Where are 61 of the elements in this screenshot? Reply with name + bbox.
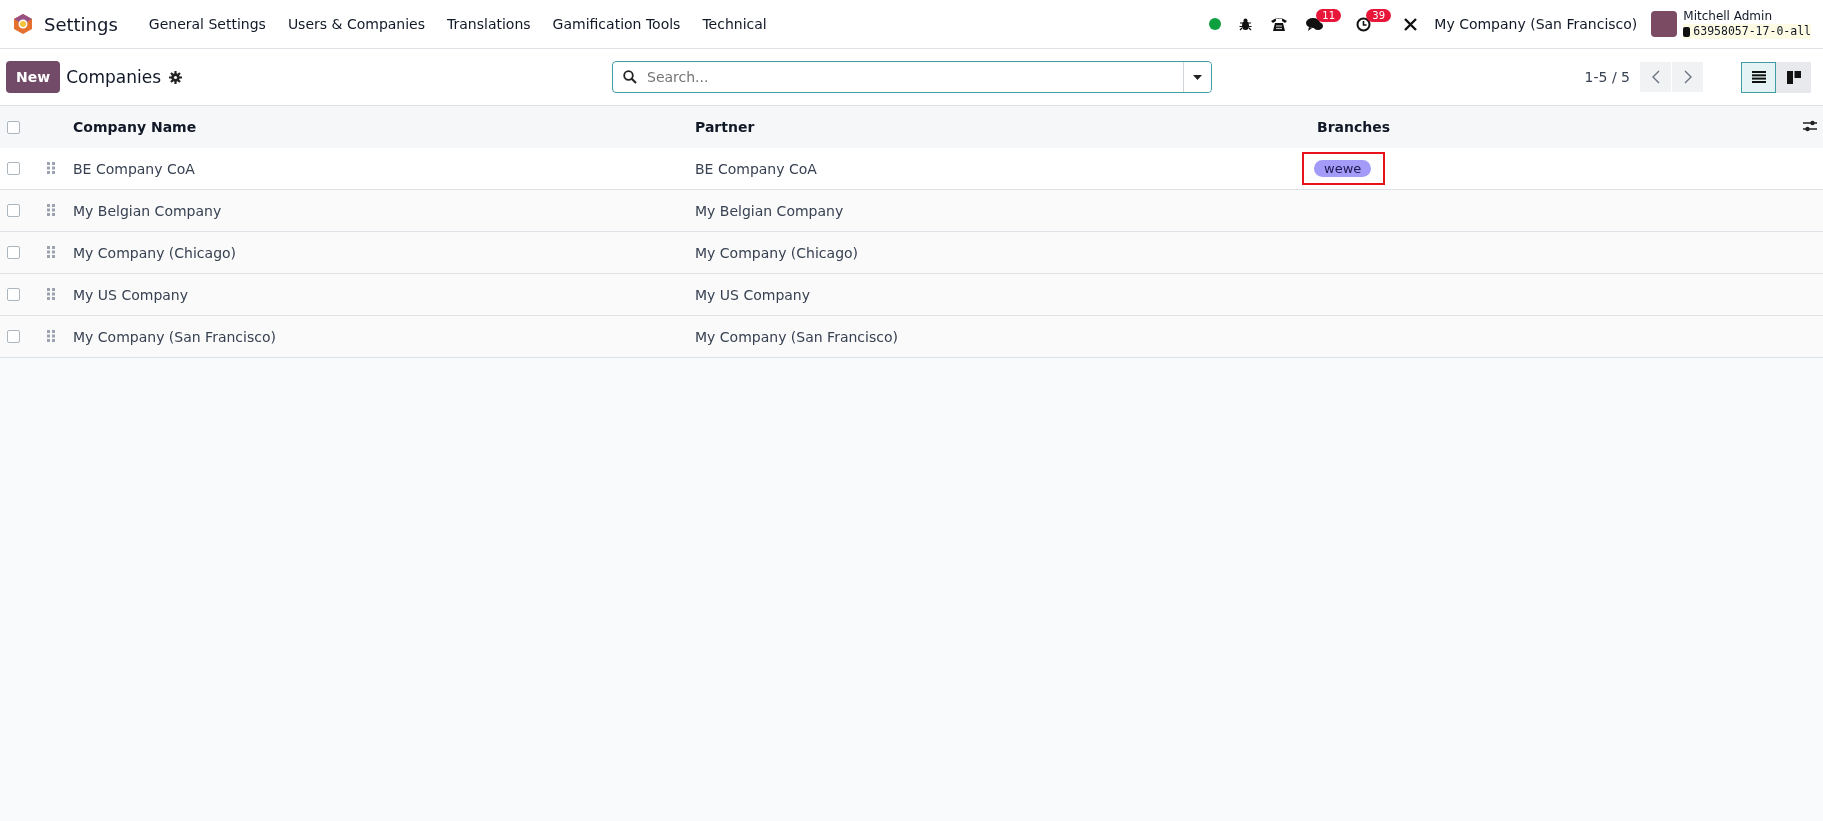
column-header[interactable]: Branches [1317, 119, 1391, 135]
bug-icon[interactable] [1239, 17, 1253, 31]
avatar-icon[interactable] [1651, 11, 1678, 37]
pager-value[interactable]: 1-5 / 5 [1584, 69, 1630, 85]
row-checkbox[interactable] [7, 204, 20, 217]
page-title: Companies [66, 67, 161, 87]
menu-item[interactable]: Technical [691, 16, 778, 32]
status-dot-icon[interactable] [1209, 18, 1222, 30]
activity-count-badge: 39 [1366, 8, 1392, 22]
drag-handle-icon[interactable] [47, 329, 55, 342]
app-logo-icon[interactable] [12, 13, 34, 35]
column-header[interactable]: Partner [695, 119, 755, 135]
column-header[interactable]: Company Name [73, 119, 197, 135]
column-options-icon[interactable] [1803, 120, 1817, 132]
settings-icon[interactable] [169, 70, 182, 84]
database-icon [1683, 26, 1691, 37]
phone-icon[interactable] [1270, 16, 1289, 32]
menu-item[interactable]: General Settings [137, 16, 277, 32]
select-all-checkbox[interactable] [7, 120, 20, 134]
drag-handle-icon[interactable] [47, 287, 55, 300]
table-cell: My US Company [73, 286, 188, 303]
chevron-left-icon [1651, 70, 1660, 84]
drag-handle-icon[interactable] [47, 245, 55, 258]
kanban-icon [1786, 70, 1801, 84]
search-options-toggle[interactable] [1183, 62, 1211, 92]
search-field[interactable]: Search... [643, 69, 1183, 85]
list-icon [1751, 71, 1766, 83]
caret-icon [1193, 74, 1202, 80]
branch-tag: wewe [1314, 160, 1372, 177]
message-count-badge: 11 [1316, 8, 1342, 22]
kanban-view-button[interactable] [1776, 61, 1811, 93]
row-checkbox[interactable] [7, 288, 20, 301]
menu-item[interactable]: Gamification Tools [541, 16, 692, 32]
drag-handle-icon[interactable] [47, 161, 55, 174]
menu-item[interactable]: Users & Companies [276, 16, 436, 32]
company-switcher[interactable]: My Company (San Francisco) [1434, 16, 1638, 32]
table-cell: My US Company [695, 286, 810, 303]
table-cell: My Belgian Company [73, 202, 222, 219]
table-cell: BE Company CoA [695, 160, 817, 177]
table-cell: My Company (Chicago) [73, 244, 237, 261]
row-checkbox[interactable] [7, 162, 20, 175]
search-icon [623, 70, 637, 84]
table-cell: My Company (San Francisco) [695, 328, 898, 345]
table-cell: My Belgian Company [695, 202, 844, 219]
table-cell: My Company (San Francisco) [73, 328, 276, 345]
drag-handle-icon[interactable] [47, 203, 55, 216]
next-page-button[interactable] [1672, 62, 1703, 92]
table-cell: My Company (Chicago) [695, 244, 859, 261]
row-checkbox[interactable] [7, 330, 20, 343]
table-cell: BE Company CoA [73, 160, 195, 177]
list-view-button[interactable] [1741, 61, 1776, 93]
user-name[interactable]: Mitchell Admin [1683, 9, 1811, 24]
menu-item[interactable]: Translations [436, 16, 542, 32]
database-name: 63958057-17-0-all [1693, 24, 1811, 39]
new-button[interactable]: New [6, 61, 61, 93]
search-bar[interactable]: Search... [612, 61, 1212, 93]
app-name[interactable]: Settings [44, 13, 118, 35]
row-checkbox[interactable] [7, 246, 20, 259]
chevron-right-icon [1683, 70, 1692, 84]
previous-page-button[interactable] [1640, 62, 1671, 92]
clock-icon[interactable] [1356, 16, 1372, 32]
